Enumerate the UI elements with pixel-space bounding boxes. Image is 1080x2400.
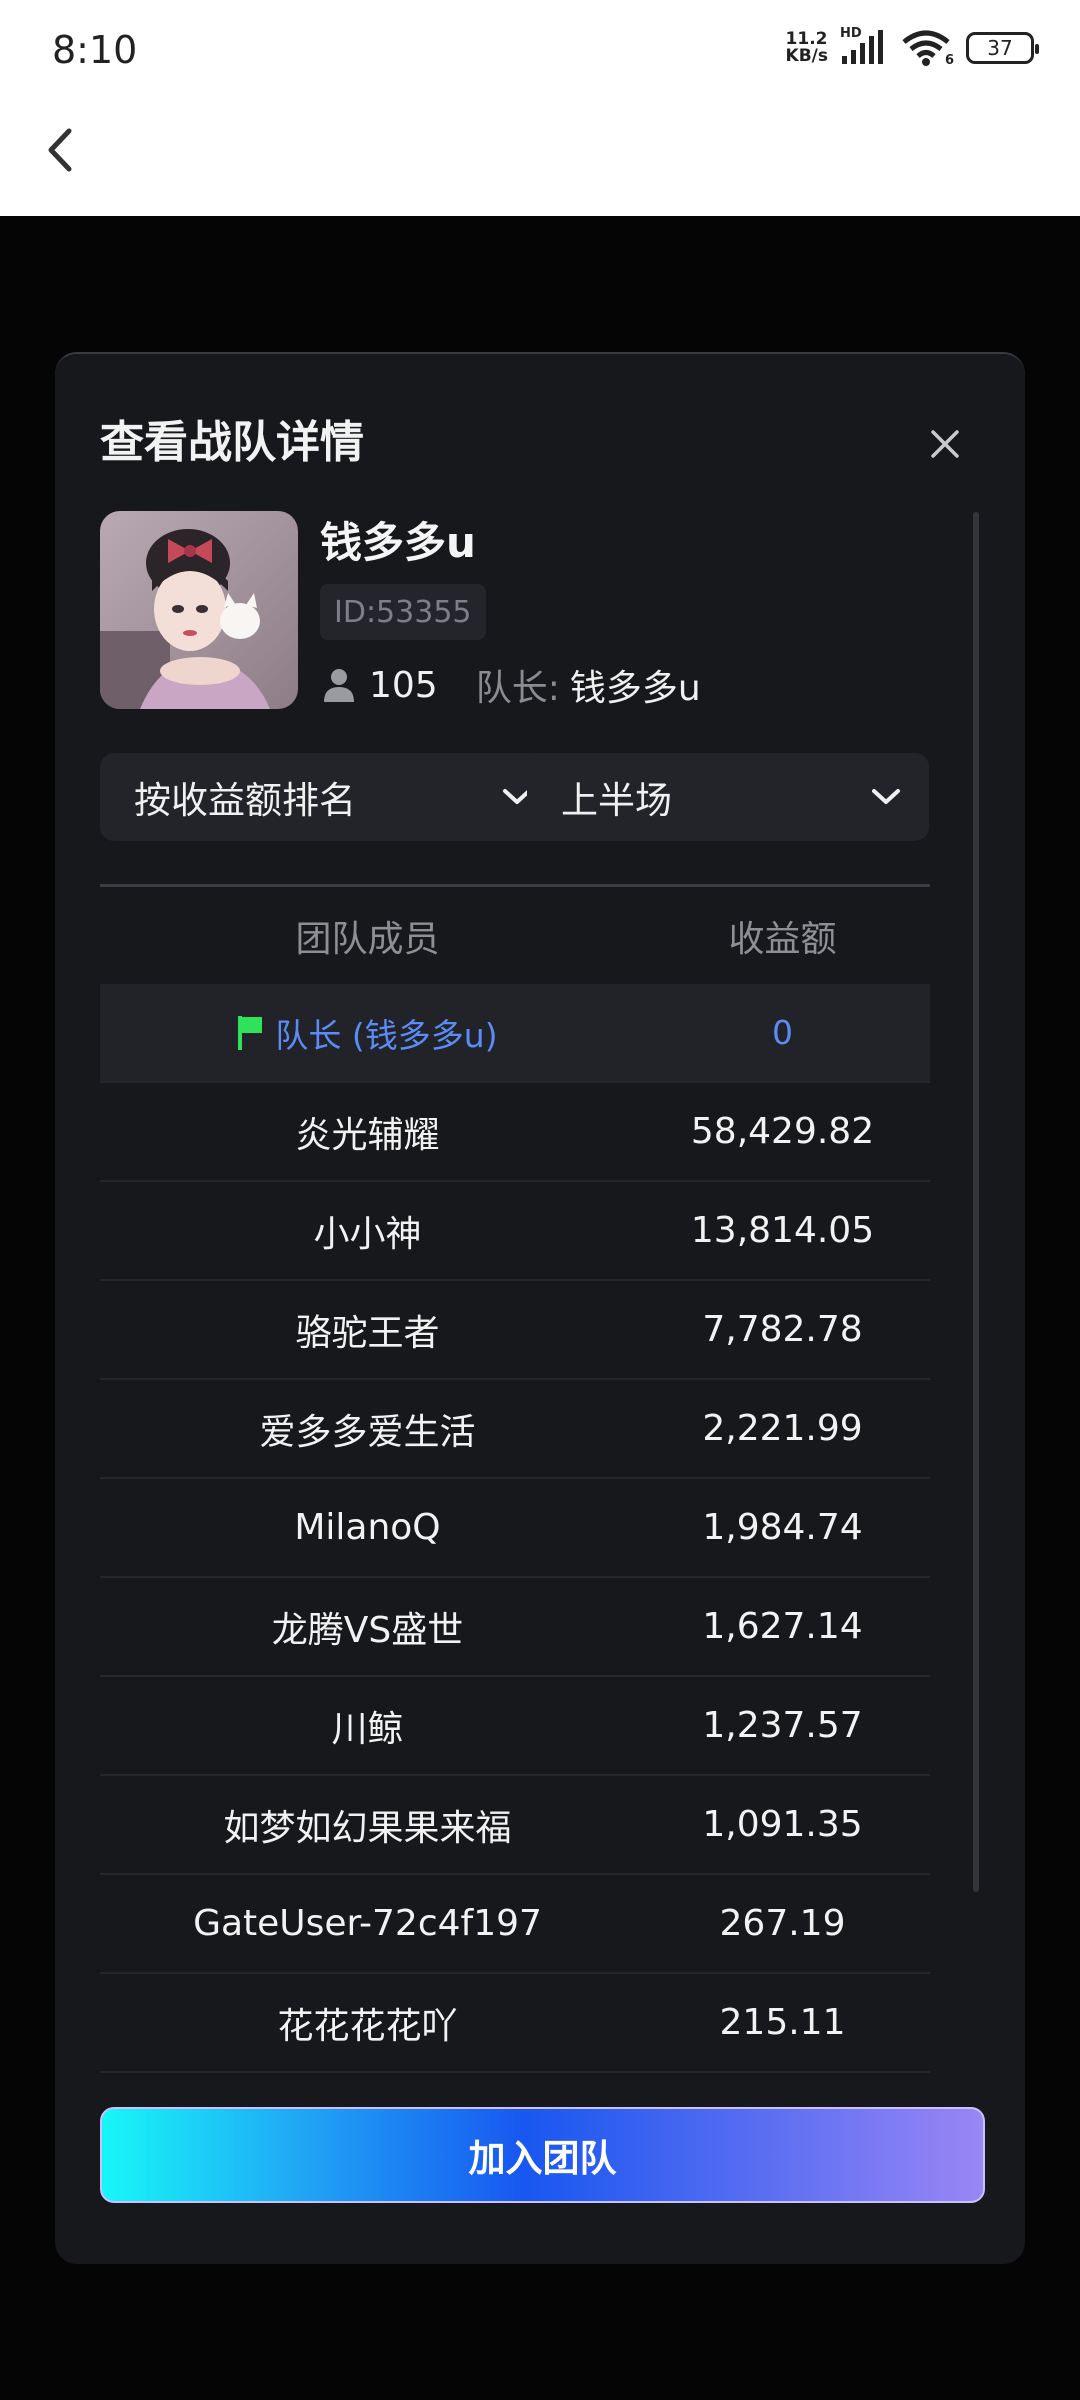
table-row: 小小神 13,814.05 — [100, 1182, 930, 1281]
member-earnings: 58,429.82 — [690, 1111, 875, 1152]
sort-dropdown-value: 按收益额排名 — [134, 779, 356, 822]
member-name: 骆驼王者 — [295, 1312, 440, 1354]
member-name: 小小神 — [313, 1213, 422, 1255]
member-earnings: 2,221.99 — [702, 1408, 863, 1449]
flag-icon — [237, 1015, 263, 1051]
member-name: 爱多多爱生活 — [259, 1411, 476, 1453]
wifi-icon: 6 — [902, 30, 954, 68]
status-time: 8:10 — [52, 28, 138, 72]
status-bar: 8:10 11.2 KB/s HD 6 37 — [0, 0, 1080, 100]
table-row: 川鲸 1,237.57 — [100, 1677, 930, 1776]
member-earnings: 1,984.74 — [702, 1507, 863, 1548]
member-earnings: 13,814.05 — [690, 1210, 875, 1251]
member-name: 花花花花吖 — [277, 2005, 458, 2047]
table-row: 炎光辅耀 58,429.82 — [100, 1083, 930, 1182]
members-table: 团队成员 收益额 队长 (钱多多u) 0 炎光辅耀 58,429.82 小小神 13,… — [100, 884, 930, 2073]
team-name: 钱多多u — [320, 518, 476, 567]
leader-name: 钱多多u — [569, 668, 701, 709]
member-name: 龙腾VS盛世 — [271, 1609, 464, 1651]
team-id: ID:53355 — [320, 584, 486, 640]
team-details-modal: 查看战队详情 钱多多u ID:53355 105 队长: 钱多多u 按收益额排名… — [55, 352, 1025, 2264]
status-icons: 11.2 KB/s HD 6 37 — [785, 26, 1039, 68]
table-row: GateUser-72c4f197 267.19 — [100, 1875, 930, 1974]
person-icon — [324, 669, 354, 702]
team-meta: 105 队长: 钱多多u — [323, 659, 701, 711]
member-count: 105 — [369, 664, 438, 706]
sort-dropdown[interactable]: 按收益额排名 — [100, 753, 560, 841]
member-earnings: 1,091.35 — [702, 1804, 863, 1845]
table-row: 花花花花吖 215.11 — [100, 1974, 930, 2073]
close-button[interactable] — [923, 422, 967, 466]
member-name: 如梦如幻果果来福 — [223, 1807, 512, 1849]
battery-icon: 37 — [966, 32, 1039, 64]
member-earnings: 1,627.14 — [702, 1606, 863, 1647]
table-row: MilanoQ 1,984.74 — [100, 1479, 930, 1578]
table-row: 爱多多爱生活 2,221.99 — [100, 1380, 930, 1479]
member-rows: 炎光辅耀 58,429.82 小小神 13,814.05 骆驼王者 7,782.78 爱多多… — [100, 1083, 930, 2073]
nav-bar — [0, 100, 1080, 216]
table-row: 骆驼王者 7,782.78 — [100, 1281, 930, 1380]
chevron-down-icon — [872, 789, 900, 804]
member-name: GateUser-72c4f197 — [193, 1903, 542, 1944]
join-team-button[interactable]: 加入团队 — [100, 2107, 985, 2203]
leader-row-value: 0 — [772, 1013, 793, 1052]
member-earnings: 7,782.78 — [702, 1309, 863, 1350]
header-earnings: 收益额 — [728, 918, 837, 960]
table-row: 如梦如幻果果来福 1,091.35 — [100, 1776, 930, 1875]
member-name: 川鲸 — [331, 1708, 404, 1750]
team-avatar — [100, 511, 298, 709]
network-speed: 11.2 KB/s — [785, 29, 828, 66]
scrollbar[interactable] — [973, 512, 979, 1892]
leader-row-name: 队长 (钱多多u) — [275, 1015, 498, 1055]
signal-icon: HD — [840, 26, 890, 66]
table-header: 团队成员 收益额 — [100, 887, 930, 984]
table-row: 龙腾VS盛世 1,627.14 — [100, 1578, 930, 1677]
member-earnings: 267.19 — [719, 1903, 846, 1944]
header-member: 团队成员 — [295, 918, 440, 960]
member-name: MilanoQ — [294, 1507, 441, 1548]
close-icon — [931, 430, 959, 458]
back-button[interactable] — [30, 120, 90, 180]
member-name: 炎光辅耀 — [295, 1114, 440, 1156]
modal-title: 查看战队详情 — [100, 417, 364, 468]
chevron-left-icon — [48, 128, 72, 172]
period-dropdown-value: 上半场 — [561, 779, 672, 822]
period-dropdown[interactable]: 上半场 — [527, 753, 929, 841]
leader-label: 队长: — [475, 668, 560, 709]
member-earnings: 1,237.57 — [702, 1705, 863, 1746]
member-earnings: 215.11 — [719, 2002, 846, 2043]
leader-row: 队长 (钱多多u) 0 — [100, 984, 930, 1083]
